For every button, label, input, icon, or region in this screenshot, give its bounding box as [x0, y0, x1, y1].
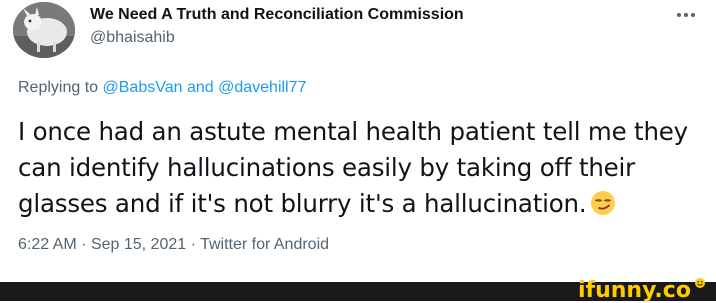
tweet-text-line: glasses and if it's not blurry it's a ha… [18, 189, 587, 218]
mention-link-davehill77[interactable]: @davehill77 [218, 79, 306, 96]
svg-text:ifunny.co: ifunny.co [578, 278, 691, 303]
replying-prefix: Replying to [18, 79, 99, 96]
tweet-text-line: I once had an astute mental health patie… [18, 117, 688, 146]
tweet-text-line-last: glasses and if it's not blurry it's a ha… [18, 186, 698, 222]
tweet-time[interactable]: 6:22 AM [18, 236, 77, 253]
tweet-source[interactable]: Twitter for Android [200, 236, 329, 253]
meta-separator: · [81, 236, 87, 253]
more-horizontal-icon[interactable] [674, 4, 698, 26]
display-name[interactable]: We Need A Truth and Reconciliation Commi… [90, 6, 464, 24]
replying-conjunction: and [186, 79, 214, 96]
tweet-text-line: can identify hallucinations easily by ta… [18, 153, 636, 182]
avatar[interactable] [13, 2, 75, 58]
smirking-face-emoji-icon [590, 190, 616, 216]
watermark-bar: ifunny.co [0, 278, 716, 303]
tweet-text: I once had an astute mental health patie… [18, 114, 698, 222]
tweet-meta: 6:22 AM · Sep 15, 2021 · Twitter for And… [18, 236, 329, 254]
ifunny-watermark-logo: ifunny.co [578, 278, 708, 303]
meta-separator: · [190, 236, 196, 253]
avatar-image [13, 2, 75, 58]
mention-link-babsvan[interactable]: @BabsVan [103, 79, 183, 96]
tweet-date[interactable]: Sep 15, 2021 [91, 236, 186, 253]
replying-to: Replying to @BabsVan and @davehill77 [18, 79, 306, 97]
user-handle[interactable]: @bhaisahib [90, 29, 175, 47]
tweet-card: We Need A Truth and Reconciliation Commi… [0, 0, 716, 282]
